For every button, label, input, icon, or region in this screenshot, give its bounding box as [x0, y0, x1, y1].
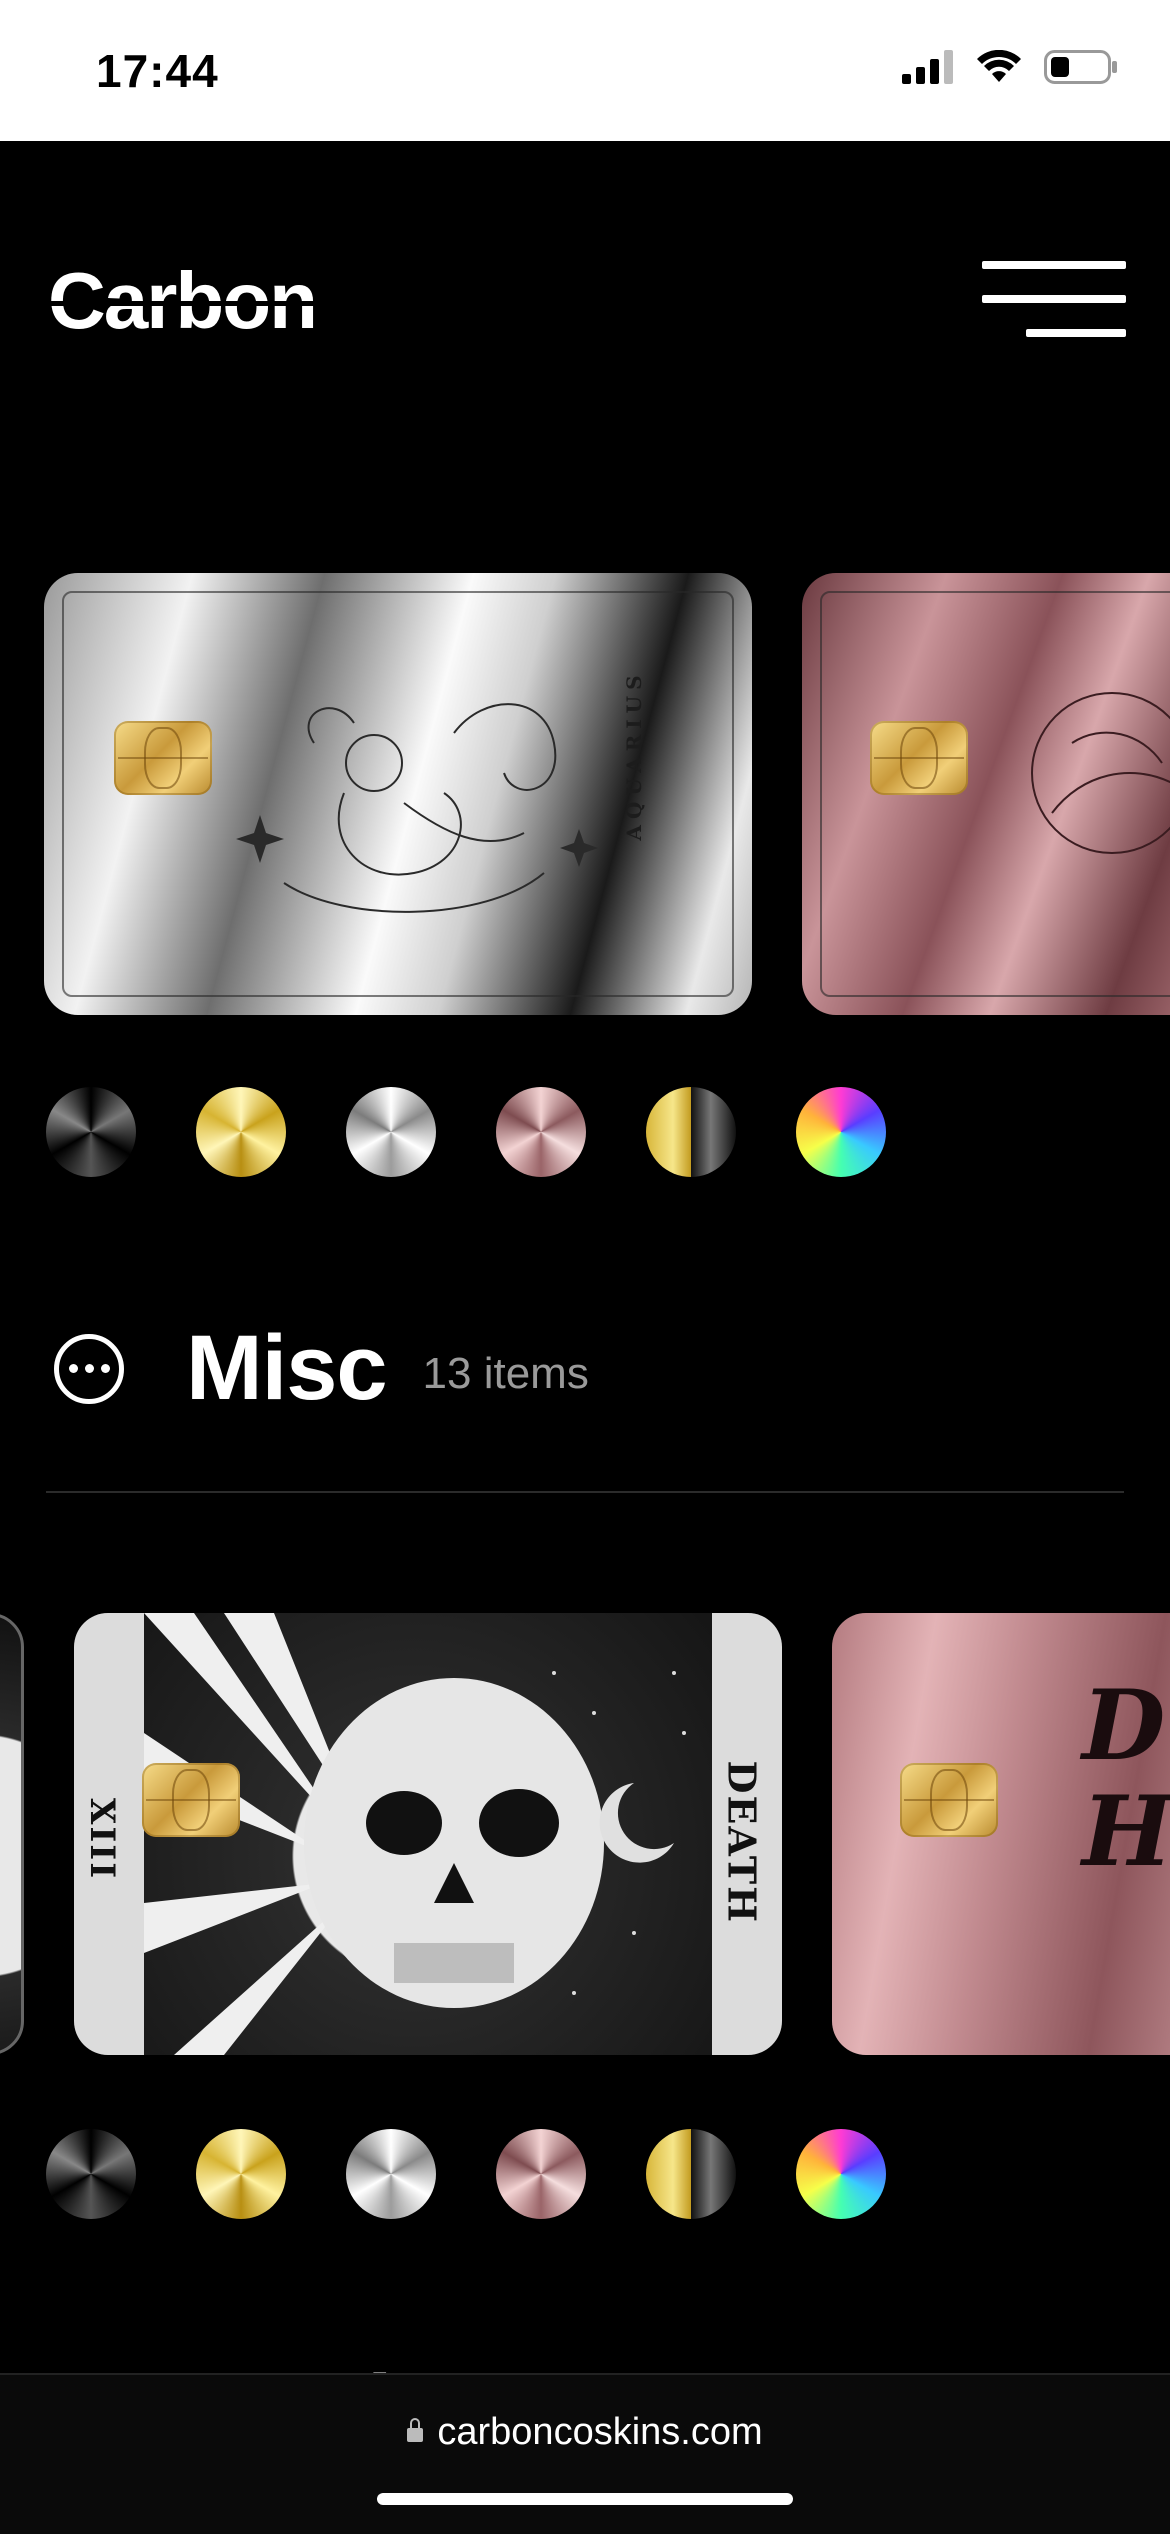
- card-death-tarot[interactable]: XIII DEATH: [74, 1613, 782, 2055]
- section-divider: [46, 1491, 1124, 1493]
- swatch-rose-gold[interactable]: [496, 2129, 586, 2219]
- swatch-silver[interactable]: [346, 2129, 436, 2219]
- card-chip: [142, 1763, 240, 1837]
- card-carousel-misc[interactable]: XIII DEATH Dr Ho: [0, 1613, 1170, 2063]
- status-icons: [902, 50, 1118, 84]
- lock-icon: [407, 2418, 424, 2442]
- menu-bar-icon: [982, 295, 1126, 303]
- carbon-logo[interactable]: Carbon: [48, 261, 318, 341]
- card-carousel-zodiac[interactable]: AQUARIUS: [0, 573, 1170, 1023]
- menu-button[interactable]: [982, 261, 1126, 337]
- color-swatches: [46, 1087, 886, 1177]
- home-indicator[interactable]: [377, 2493, 793, 2505]
- logo-strike: [48, 301, 316, 306]
- section-misc-header[interactable]: Misc 13 items: [54, 1316, 589, 1421]
- wifi-icon: [977, 50, 1021, 82]
- section-title: Misc: [186, 1317, 388, 1419]
- swatch-rose-gold[interactable]: [496, 1087, 586, 1177]
- swatch-gold-black[interactable]: [646, 2129, 736, 2219]
- page-content: Carbon AQUARIUS Misc 13 items XIII DEATH…: [0, 141, 1170, 2373]
- card-rose-zodiac[interactable]: [802, 573, 1170, 1015]
- status-bar: 17:44: [0, 0, 1170, 141]
- card-script-pink[interactable]: Dr Ho: [832, 1613, 1170, 2055]
- status-time: 17:44: [96, 45, 219, 97]
- swatch-black[interactable]: [46, 1087, 136, 1177]
- card-aquarius[interactable]: AQUARIUS: [44, 573, 752, 1015]
- swatch-gold[interactable]: [196, 1087, 286, 1177]
- cellular-signal-icon: [902, 50, 953, 84]
- card-chip: [900, 1763, 998, 1837]
- card-label-xiii: XIII: [82, 1798, 122, 1881]
- swatch-black[interactable]: [46, 2129, 136, 2219]
- card-chip: [114, 721, 212, 795]
- aquarius-illustration-icon: [236, 703, 598, 913]
- swatch-silver[interactable]: [346, 1087, 436, 1177]
- card-label-death: DEATH: [719, 1760, 765, 1925]
- swatch-gold[interactable]: [196, 2129, 286, 2219]
- browser-bottom-bar: carboncoskins.com: [0, 2373, 1170, 2534]
- color-swatches: [46, 2129, 886, 2219]
- zodiac-illustration-icon: [1031, 692, 1170, 854]
- more-dots-icon: [54, 1333, 124, 1404]
- card-chip: [870, 721, 968, 795]
- swatch-gold-black[interactable]: [646, 1087, 736, 1177]
- swatch-holographic[interactable]: [796, 1087, 886, 1177]
- battery-icon: [1044, 50, 1117, 84]
- menu-bar-icon: [1026, 329, 1126, 337]
- section-title: Music: [186, 2356, 443, 2373]
- menu-bar-icon: [982, 261, 1126, 269]
- card-script-text: Dr Ho: [1082, 1669, 1170, 1888]
- swatch-holographic[interactable]: [796, 2129, 886, 2219]
- address-bar[interactable]: carboncoskins.com: [0, 2411, 1170, 2454]
- section-music-header[interactable]: Music: [54, 2356, 443, 2373]
- card-prev-partial[interactable]: [0, 1613, 24, 2055]
- section-count: 13 items: [422, 1348, 589, 1398]
- url-text: carboncoskins.com: [437, 2411, 763, 2453]
- card-label-aquarius: AQUARIUS: [622, 669, 646, 841]
